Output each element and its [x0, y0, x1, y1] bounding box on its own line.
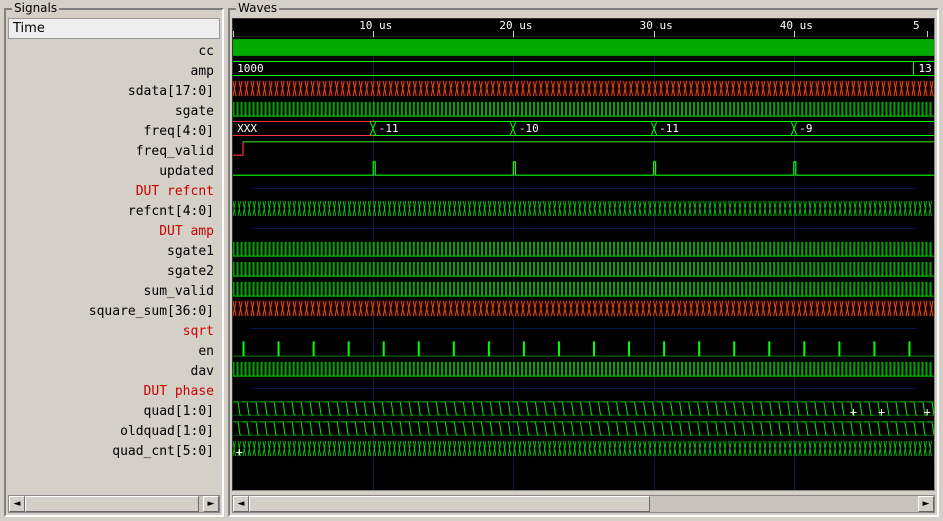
scroll-thumb[interactable]	[249, 496, 650, 512]
bus-value: -11	[377, 122, 401, 135]
signals-panel: Signals Time ccampsdata[17:0]sgatefreq[4…	[4, 8, 224, 517]
scroll-right-icon[interactable]: ►	[918, 496, 934, 512]
overflow-marker: +	[236, 445, 243, 459]
signal-row[interactable]: DUT refcnt	[8, 181, 220, 201]
wave-row-refcnt[interactable]	[233, 199, 934, 219]
time-ruler[interactable]: 010 us20 us30 us40 us5	[233, 19, 934, 37]
scroll-right-icon[interactable]: ►	[203, 496, 219, 512]
signals-hscrollbar[interactable]: ◄ ►	[8, 495, 220, 513]
wave-row-sqrt[interactable]	[233, 319, 934, 339]
signal-row[interactable]: DUT phase	[8, 381, 220, 401]
wave-row-freq_valid[interactable]	[233, 139, 934, 159]
wave-row-oldquad[interactable]	[233, 419, 934, 439]
scroll-track[interactable]	[249, 496, 918, 512]
signal-row[interactable]: square_sum[36:0]	[8, 301, 220, 321]
wave-row-sgate1[interactable]	[233, 239, 934, 259]
signal-row[interactable]: sqrt	[8, 321, 220, 341]
signal-row[interactable]: refcnt[4:0]	[8, 201, 220, 221]
signal-row[interactable]: DUT amp	[8, 221, 220, 241]
wave-row-cc[interactable]	[233, 37, 934, 59]
wave-row-dut-amp[interactable]	[233, 219, 934, 239]
overflow-marker: +	[850, 405, 857, 419]
bus-value: -10	[517, 122, 541, 135]
wave-row-sgate[interactable]	[233, 99, 934, 119]
signal-row[interactable]: freq_valid	[8, 141, 220, 161]
signal-row[interactable]: sum_valid	[8, 281, 220, 301]
signal-row[interactable]: sgate1	[8, 241, 220, 261]
bus-value: XXX	[235, 122, 259, 135]
bus-value: 13	[916, 62, 933, 75]
wave-row-en[interactable]	[233, 339, 934, 359]
signal-row[interactable]: oldquad[1:0]	[8, 421, 220, 441]
scroll-left-icon[interactable]: ◄	[9, 496, 25, 512]
waves-hscrollbar[interactable]: ◄ ►	[232, 495, 935, 513]
scroll-thumb[interactable]	[25, 496, 199, 512]
wave-row-sdata[interactable]	[233, 79, 934, 99]
bus-value: -9	[797, 122, 814, 135]
signal-row[interactable]: dav	[8, 361, 220, 381]
waveform-canvas[interactable]: 010 us20 us30 us40 us5 1000 13 XXX -11 -10 -1…	[232, 18, 935, 491]
signal-row[interactable]: sgate	[8, 101, 220, 121]
signal-row[interactable]: cc	[8, 41, 220, 61]
wave-row-dav[interactable]	[233, 359, 934, 379]
time-header[interactable]: Time	[8, 18, 220, 39]
wave-rows: 1000 13 XXX -11 -10 -11 -9 + + + +	[233, 37, 934, 459]
signal-row[interactable]: sgate2	[8, 261, 220, 281]
scroll-track[interactable]	[25, 496, 203, 512]
wave-row-dut-phase[interactable]	[233, 379, 934, 399]
wave-row-dut-refcnt[interactable]	[233, 179, 934, 199]
wave-row-freq[interactable]: XXX -11 -10 -11 -9	[233, 119, 934, 139]
waves-panel: Waves 010 us20 us30 us40 us5 100013XXX-1…	[228, 8, 939, 517]
overflow-marker: +	[923, 405, 930, 419]
wave-row-updated[interactable]	[233, 159, 934, 179]
overflow-marker: +	[878, 405, 885, 419]
wave-row-quad[interactable]: + + +	[233, 399, 934, 419]
signal-row[interactable]: freq[4:0]	[8, 121, 220, 141]
wave-row-sgate2[interactable]	[233, 259, 934, 279]
signals-panel-title: Signals	[12, 1, 59, 15]
scroll-left-icon[interactable]: ◄	[233, 496, 249, 512]
signal-row[interactable]: quad_cnt[5:0]	[8, 441, 220, 461]
signal-list[interactable]: ccampsdata[17:0]sgatefreq[4:0]freq_valid…	[6, 41, 222, 493]
waves-panel-title: Waves	[236, 1, 279, 15]
bus-value: -11	[657, 122, 681, 135]
signal-row[interactable]: amp	[8, 61, 220, 81]
signal-row[interactable]: sdata[17:0]	[8, 81, 220, 101]
bus-value: 1000	[235, 62, 266, 75]
wave-row-quad_cnt[interactable]: +	[233, 439, 934, 459]
wave-row-square_sum[interactable]	[233, 299, 934, 319]
wave-row-amp[interactable]: 1000 13	[233, 59, 934, 79]
signal-row[interactable]: quad[1:0]	[8, 401, 220, 421]
signal-row[interactable]: en	[8, 341, 220, 361]
signal-row[interactable]: updated	[8, 161, 220, 181]
wave-row-sum_valid[interactable]	[233, 279, 934, 299]
